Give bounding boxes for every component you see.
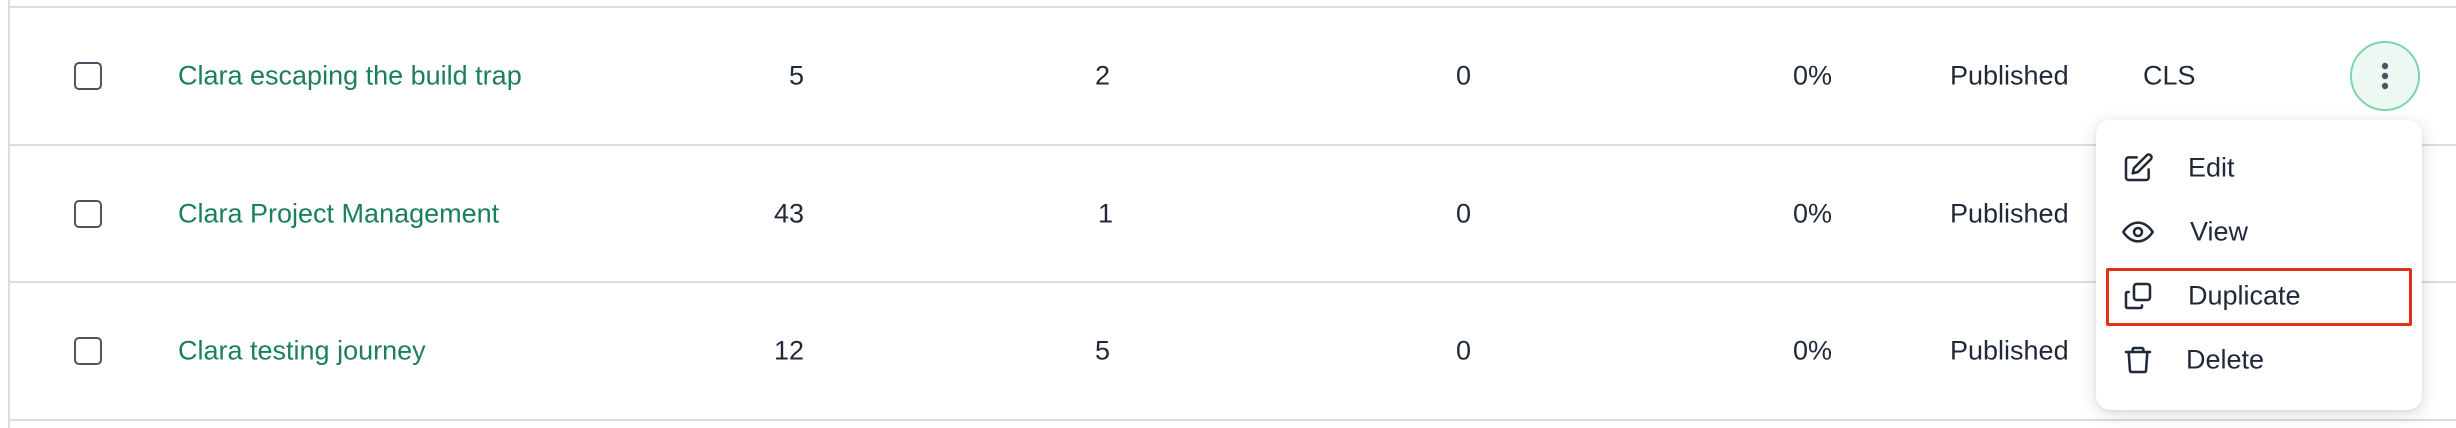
menu-item-edit[interactable]: Edit [2096, 138, 2422, 198]
row-percent: 0% [1793, 60, 1833, 91]
row-status: Published [1950, 335, 2069, 366]
row-col3: 0 [1456, 335, 1472, 366]
row-percent: 0% [1793, 198, 1833, 229]
table-row: Clara Project Management 43 1 0 0% Publi… [8, 146, 2456, 282]
row-col1: 43 [773, 198, 804, 229]
row-status: Published [1950, 198, 2069, 229]
row-name-link[interactable]: Clara testing journey [178, 336, 426, 367]
menu-item-label: Delete [2186, 344, 2265, 375]
table-row: Clara escaping the build trap 5 2 0 0% P… [8, 8, 2456, 144]
menu-item-label: Edit [2188, 152, 2235, 183]
row-col1: 5 [788, 60, 804, 91]
more-vertical-icon [2381, 62, 2389, 90]
row-code: CLS [2143, 60, 2196, 91]
row-checkbox[interactable] [74, 62, 102, 90]
row-percent: 0% [1793, 335, 1833, 366]
row-col2: 2 [1095, 60, 1111, 91]
table-row: Clara testing journey 12 5 0 0% Publishe… [8, 283, 2456, 419]
row-checkbox[interactable] [74, 200, 102, 228]
row-divider [8, 419, 2456, 421]
row-col3: 0 [1456, 60, 1472, 91]
row-status: Published [1950, 60, 2069, 91]
trash-icon [2124, 346, 2152, 374]
row-name-link[interactable]: Clara Project Management [178, 199, 499, 230]
row-name-link[interactable]: Clara escaping the build trap [178, 61, 522, 92]
row-col1: 12 [773, 335, 804, 366]
row-col2: 5 [1095, 335, 1111, 366]
row-col2: 1 [1098, 198, 1114, 229]
row-checkbox[interactable] [74, 337, 102, 365]
row-actions-button[interactable] [2350, 41, 2420, 111]
menu-item-label: View [2190, 216, 2249, 247]
edit-icon [2124, 153, 2153, 182]
row-col3: 0 [1456, 198, 1472, 229]
menu-item-view[interactable]: View [2096, 202, 2422, 262]
menu-item-delete[interactable]: Delete [2096, 330, 2422, 390]
highlight-box [2106, 268, 2412, 326]
eye-icon [2122, 221, 2154, 243]
row-actions-menu: Edit View Duplicate Delete [2096, 120, 2422, 410]
